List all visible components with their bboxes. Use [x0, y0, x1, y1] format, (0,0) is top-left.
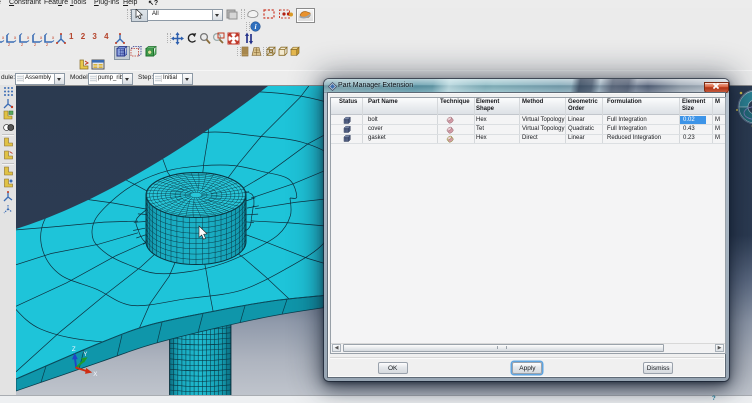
svg-text:X: X [93, 371, 97, 378]
svg-text:x: x [40, 35, 43, 40]
svg-text:Y: Y [83, 351, 87, 358]
svg-text:x: x [27, 35, 30, 40]
svg-text:Z: Z [72, 346, 76, 353]
svg-text:x: x [14, 35, 17, 40]
svg-text:x: x [2, 35, 5, 40]
